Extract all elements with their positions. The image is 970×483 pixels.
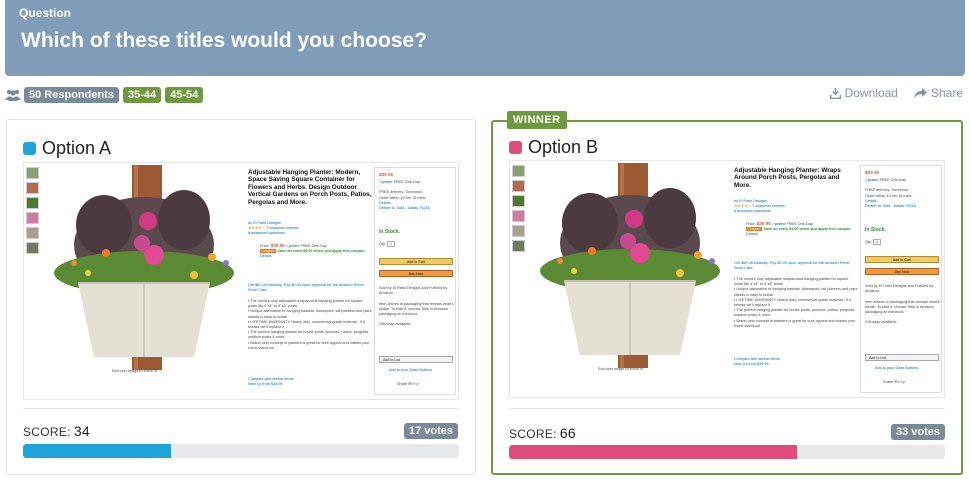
- feature-bullets: ▪ The world's only adjustable wraparound…: [734, 277, 858, 329]
- option-a-score-fill: [23, 444, 172, 458]
- thumbnail: [26, 182, 39, 194]
- thumbnail: [26, 167, 39, 179]
- add-to-list-button[interactable]: Add to List: [865, 354, 939, 361]
- question-banner: Question Which of these titles would you…: [5, 0, 965, 76]
- bullet: ▪ The perfect hanging planter for house …: [734, 308, 856, 318]
- divider: [509, 408, 945, 409]
- delivery-info: ✓prime FREE One-Day FREE delivery: Tomor…: [865, 178, 916, 209]
- buy-now-button[interactable]: Buy Now: [379, 270, 453, 277]
- option-a-name: Option A: [42, 138, 112, 158]
- option-a-card[interactable]: Option A Roll over image to zoom in Adju…: [6, 119, 476, 475]
- buybox-price: $39.95: [379, 172, 394, 177]
- add-to-cart-button[interactable]: Add to Cart: [865, 256, 939, 263]
- bullet: ▪ The world's only adjustable wraparound…: [248, 299, 363, 309]
- compare-links: Compare with similar items New (1) from …: [248, 377, 294, 387]
- option-b-screenshot: Roll over image to zoom in Adjustable Ha…: [509, 160, 945, 398]
- buy-box: $39.95 ✓prime FREE One-Day FREE delivery…: [374, 167, 456, 395]
- thumbnail: [512, 195, 525, 207]
- bullet: ▪ The perfect hanging planter for house …: [248, 330, 370, 340]
- question-title: Which of these titles would you choose?: [21, 29, 428, 52]
- download-icon: [829, 87, 841, 99]
- thumbnail: [512, 225, 525, 237]
- thumbnail-strip: [26, 167, 40, 257]
- option-b-product-title: Adjustable Hanging Planter: Wraps Around…: [734, 167, 841, 189]
- option-b-score-bar: [509, 445, 945, 459]
- bullet: ▪ LIFETIME WARRANTY Heavy duty, commerci…: [734, 297, 851, 308]
- dash-link[interactable]: Add to your Dash Buttons: [875, 366, 918, 371]
- thumbnail: [26, 227, 39, 239]
- compare-links: Compare with similar items New (1) from …: [734, 357, 780, 367]
- thumbnail: [512, 165, 525, 177]
- bullet: ▪ LIFETIME WARRANTY Heavy duty, commerci…: [248, 319, 365, 330]
- thumbnail: [26, 242, 39, 254]
- bullet: ▪ Unique alternative to hanging baskets,…: [248, 309, 372, 319]
- option-a-votes-badge: 17 votes: [403, 423, 458, 439]
- share-label: Share: [930, 86, 963, 100]
- stock-status: In Stock.: [865, 227, 886, 233]
- thumbnail-strip: [512, 165, 526, 255]
- qty-select[interactable]: Qty: 1: [379, 241, 396, 247]
- question-kicker: Question: [19, 6, 72, 20]
- buybox-price: $39.95: [865, 170, 880, 175]
- qty-select[interactable]: Qty: 1: [865, 239, 882, 245]
- option-b-score-fill: [509, 445, 797, 459]
- option-a-score-bar: [23, 444, 459, 458]
- download-label: Download: [844, 86, 898, 100]
- seller-info: Sold by El Patio Designs and Fulfilled b…: [379, 286, 454, 327]
- people-icon: [5, 89, 21, 101]
- add-to-cart-button[interactable]: Add to Cart: [379, 258, 453, 265]
- zoom-hint: Roll over image to zoom in: [598, 367, 643, 371]
- option-a-screenshot: Roll over image to zoom in Adjustable Ha…: [23, 162, 459, 400]
- thumbnail: [512, 240, 525, 252]
- dash-link[interactable]: Add to your Dash Buttons: [389, 368, 432, 373]
- add-to-list-button[interactable]: Add to List: [379, 356, 453, 363]
- feature-bullets: ▪ The world's only adjustable wraparound…: [248, 299, 372, 351]
- option-b-title: Option B: [509, 137, 598, 158]
- option-b-card[interactable]: Option B Roll over image to zoom in Adju…: [491, 120, 963, 475]
- price-line: Price: $39.95 ✓prime FREE One-Day Coupon…: [260, 243, 366, 259]
- option-a-title: Option A: [23, 138, 111, 159]
- option-b-score: SCORE: 66: [509, 425, 576, 441]
- share-button[interactable]: Share: [913, 86, 963, 100]
- seller-info: Sold by El Patio Designs and Fulfilled b…: [865, 284, 940, 325]
- option-b-swatch: [509, 141, 522, 154]
- bullet: ▪ Unique alternative to hanging baskets,…: [734, 287, 858, 297]
- buy-now-button[interactable]: Buy Now: [865, 268, 939, 275]
- bullet: ▪ Brand new concept in planters is great…: [734, 318, 856, 328]
- brand-line: by El Patio Designs ★★★★☆ 7 customer rev…: [248, 221, 299, 236]
- thumbnail: [26, 212, 39, 224]
- share-icon: [913, 87, 927, 98]
- divider: [23, 408, 459, 409]
- card-offer: Get $60 off instantly: Pay $0.00 upon ap…: [734, 261, 850, 271]
- option-a-score: SCORE: 34: [23, 423, 90, 439]
- stock-status: In Stock.: [379, 229, 400, 235]
- download-button[interactable]: Download: [829, 86, 898, 100]
- delivery-info: ✓prime FREE One-Day FREE delivery: Tomor…: [379, 180, 430, 211]
- bullet: ▪ The world's only adjustable wraparound…: [734, 277, 849, 287]
- planter-photo: [540, 163, 720, 368]
- thumbnail: [512, 210, 525, 222]
- price-line: Price: $39.95 ✓prime FREE One-Day Coupon…: [746, 221, 852, 237]
- winner-badge: WINNER: [507, 111, 567, 129]
- zoom-hint: Roll over image to zoom in: [112, 369, 157, 373]
- option-a-product-title: Adjustable Hanging Planter: Modern, Spac…: [248, 169, 372, 206]
- thumbnail: [26, 197, 39, 209]
- age-badge-45-54[interactable]: 45-54: [165, 87, 204, 103]
- thumbnail: [512, 180, 525, 192]
- option-b-votes-badge: 33 votes: [890, 424, 945, 440]
- option-a-swatch: [23, 142, 36, 155]
- respondent-filters: 50 Respondents 35-44 45-54: [5, 86, 207, 104]
- share-row: Share ✉ f t p: [883, 380, 905, 384]
- bullet: ▪ Brand new concept in planters is great…: [248, 340, 370, 350]
- brand-line: by El Patio Designs ★★★★☆ 7 customer rev…: [734, 199, 785, 214]
- share-row: Share ✉ f t p: [397, 382, 419, 386]
- respondents-badge[interactable]: 50 Respondents: [24, 87, 119, 103]
- buy-box: $39.95 ✓prime FREE One-Day FREE delivery…: [860, 165, 942, 393]
- age-badge-35-44[interactable]: 35-44: [122, 87, 162, 103]
- option-b-name: Option B: [528, 137, 599, 157]
- actions-bar: Download Share: [814, 86, 963, 100]
- planter-photo: [54, 165, 234, 370]
- card-offer: Get $60 off instantly: Pay $0.00 upon ap…: [248, 283, 364, 293]
